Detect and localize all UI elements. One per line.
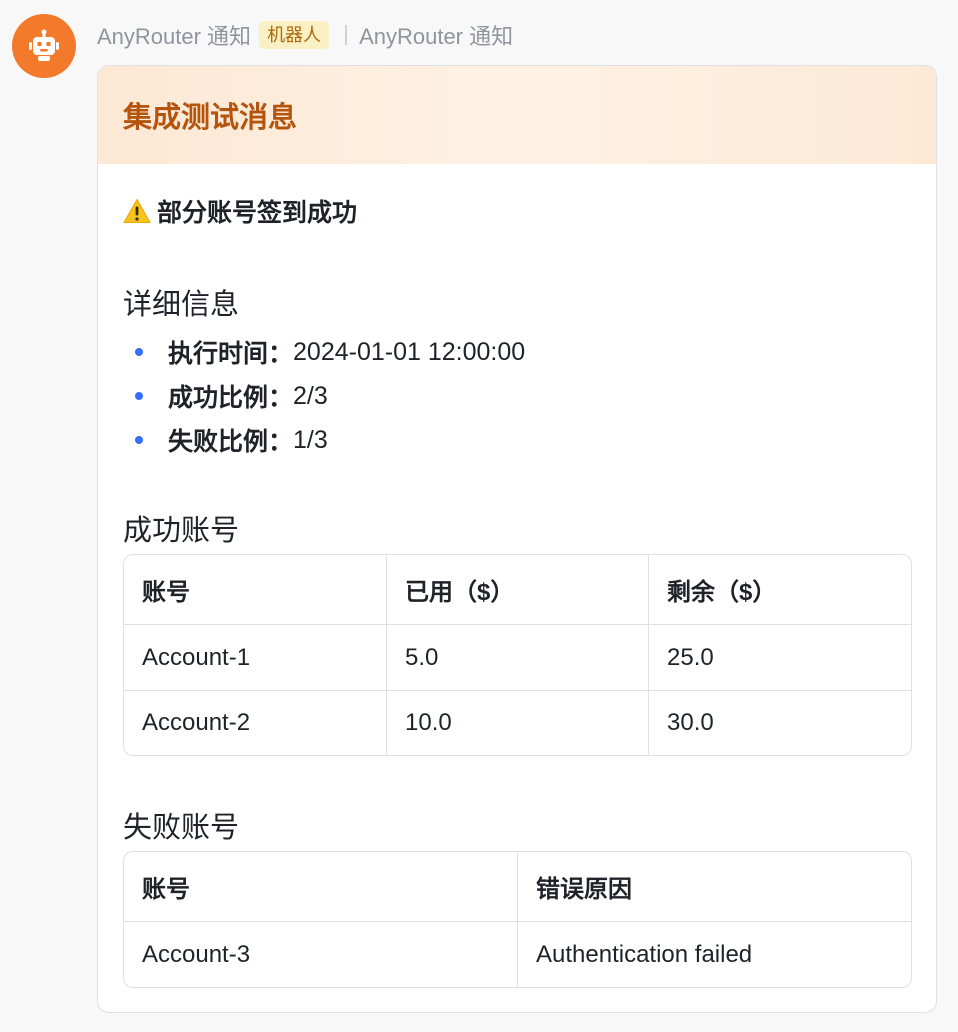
success-table: 账号 已用（$） 剩余（$） Account-1 5.0 25.0 Accoun… bbox=[123, 554, 912, 756]
failed-title: 失败账号 bbox=[123, 812, 240, 844]
list-item: 失败比例： 1/3 bbox=[123, 418, 525, 462]
table-header-row: 账号 已用（$） 剩余（$） bbox=[124, 555, 911, 624]
channel-name[interactable]: AnyRouter 通知 bbox=[359, 19, 513, 51]
detail-value: 1/3 bbox=[293, 425, 328, 454]
table-cell: Account-1 bbox=[142, 643, 251, 671]
warning-icon bbox=[123, 199, 151, 223]
status-text: 部分账号签到成功 bbox=[157, 199, 358, 227]
bullet-icon bbox=[135, 348, 143, 356]
bullet-icon bbox=[135, 436, 143, 444]
status-line: 部分账号签到成功 bbox=[123, 193, 357, 229]
table-row: Account-2 10.0 30.0 bbox=[124, 690, 911, 755]
header-divider bbox=[345, 25, 348, 45]
table-header-row: 账号 错误原因 bbox=[124, 852, 911, 921]
failed-table: 账号 错误原因 Account-3 Authentication failed bbox=[123, 851, 912, 988]
detail-label: 执行时间： bbox=[168, 340, 294, 368]
detail-label: 失败比例： bbox=[168, 428, 294, 456]
table-cell: 25.0 bbox=[648, 625, 911, 690]
details-title: 详细信息 bbox=[123, 289, 240, 321]
table-cell: 30.0 bbox=[648, 691, 911, 755]
robot-icon bbox=[29, 29, 59, 61]
column-header: 已用（$） bbox=[386, 555, 648, 624]
table-cell: Account-3 bbox=[142, 940, 251, 968]
column-header: 账号 bbox=[142, 579, 190, 606]
details-list: 执行时间： 2024-01-01 12:00:00 成功比例： 2/3 失败比例… bbox=[123, 330, 525, 462]
message-card: 集成测试消息 部分账号签到成功 详细信息 执行时间： 2024-01-01 12… bbox=[97, 65, 937, 1013]
message-header: AnyRouter 通知 机器人 AnyRouter 通知 bbox=[97, 18, 513, 52]
table-cell: Account-2 bbox=[142, 709, 251, 736]
column-header: 账号 bbox=[142, 876, 190, 903]
list-item: 执行时间： 2024-01-01 12:00:00 bbox=[123, 330, 525, 374]
detail-value: 2/3 bbox=[293, 381, 328, 410]
list-item: 成功比例： 2/3 bbox=[123, 374, 525, 418]
card-title: 集成测试消息 bbox=[123, 102, 298, 134]
table-cell: 5.0 bbox=[386, 625, 648, 690]
card-header: 集成测试消息 bbox=[98, 66, 936, 164]
success-title: 成功账号 bbox=[123, 515, 240, 547]
column-header: 错误原因 bbox=[517, 852, 911, 921]
column-header: 剩余（$） bbox=[648, 555, 911, 624]
table-cell: Authentication failed bbox=[517, 922, 911, 987]
bot-badge: 机器人 bbox=[259, 21, 330, 49]
detail-value: 2024-01-01 12:00:00 bbox=[293, 337, 526, 366]
bullet-icon bbox=[135, 392, 143, 400]
table-row: Account-1 5.0 25.0 bbox=[124, 624, 911, 690]
detail-label: 成功比例： bbox=[168, 384, 294, 412]
table-row: Account-3 Authentication failed bbox=[124, 921, 911, 987]
avatar[interactable] bbox=[12, 14, 76, 78]
sender-name[interactable]: AnyRouter 通知 bbox=[97, 19, 251, 51]
table-cell: 10.0 bbox=[386, 691, 648, 755]
